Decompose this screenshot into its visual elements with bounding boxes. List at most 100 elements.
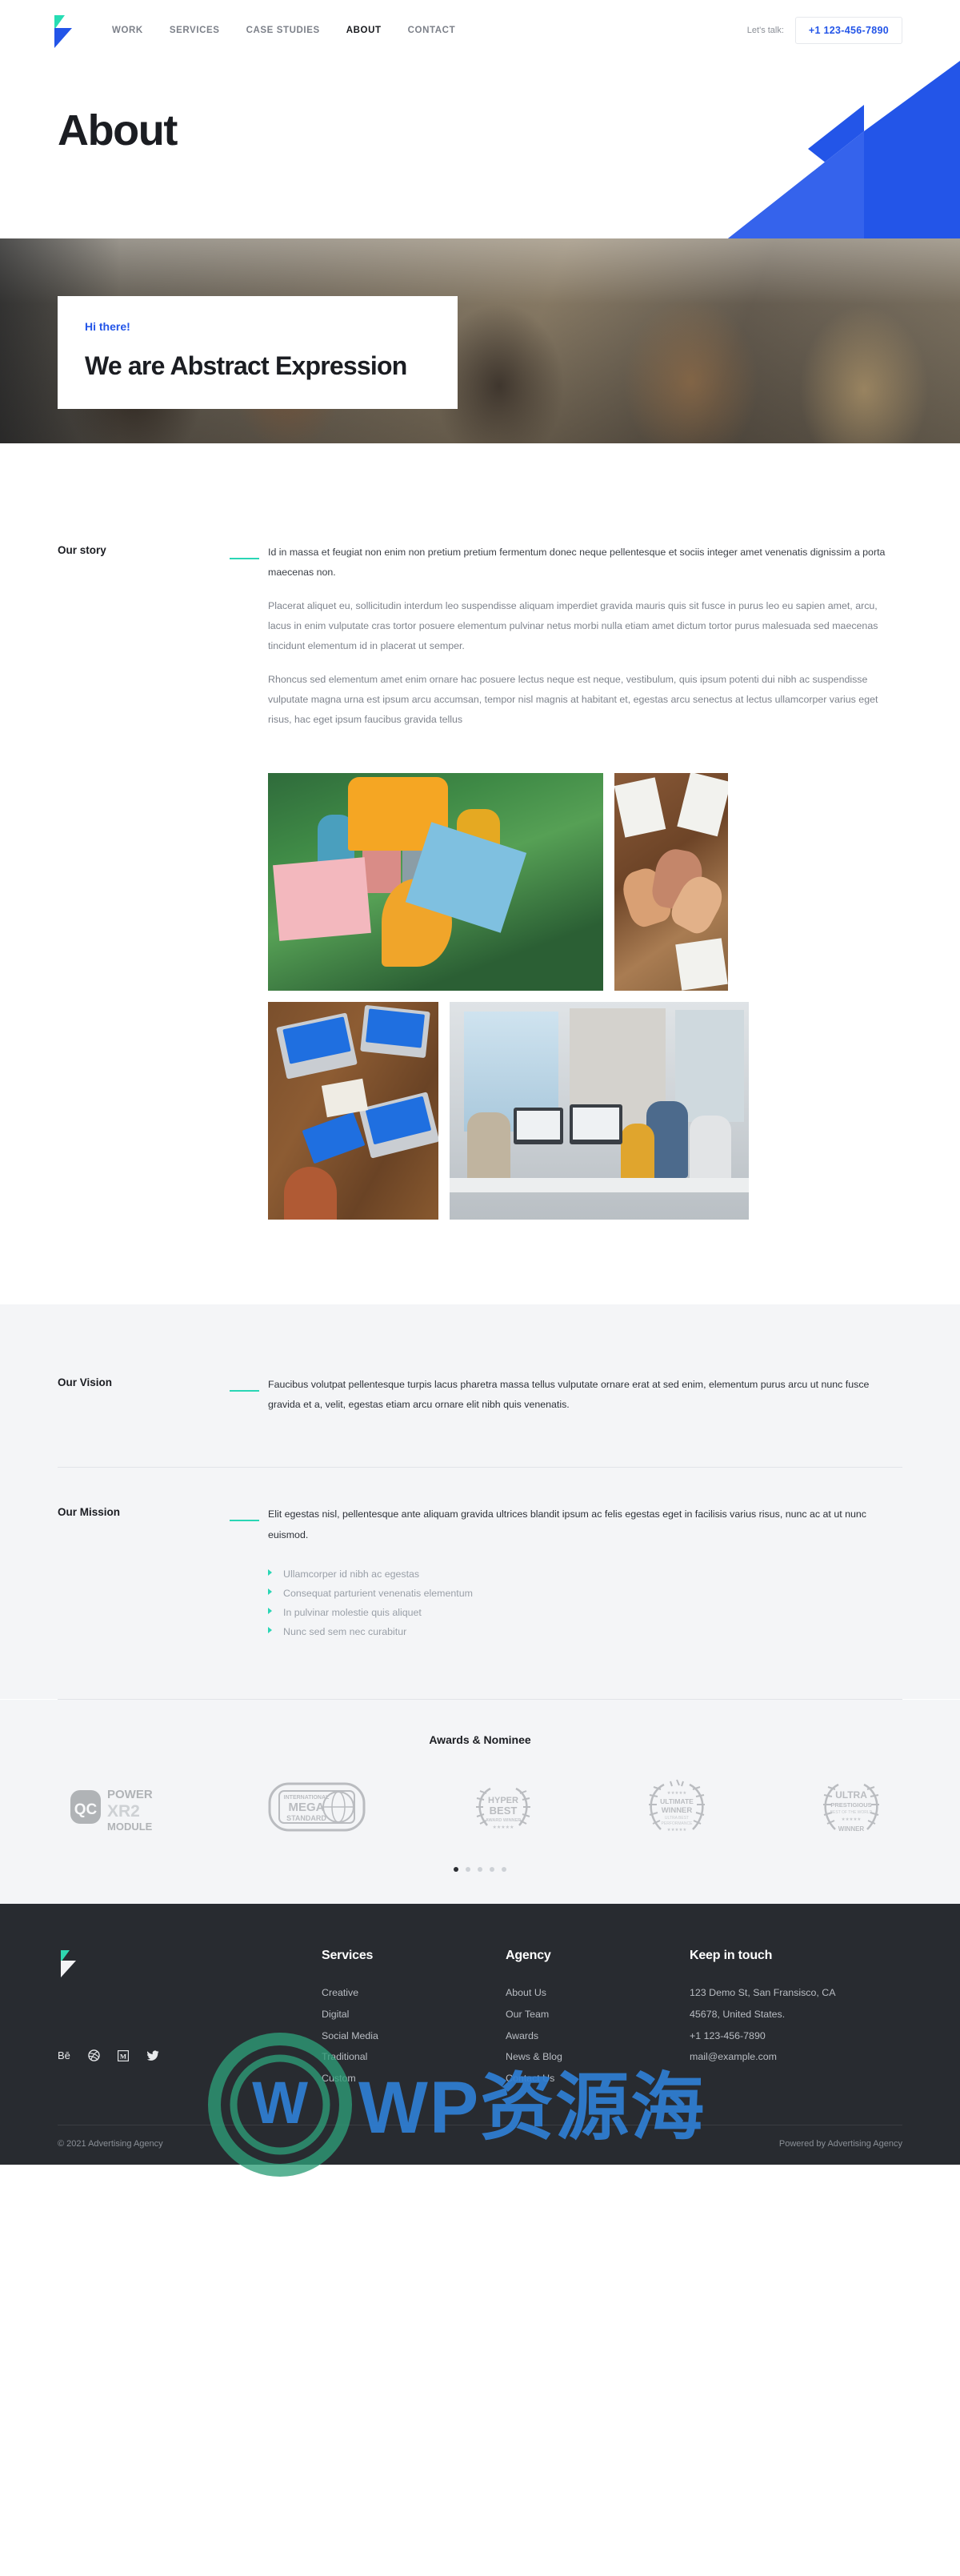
our-mission-row: Our Mission Elit egestas nisl, pellentes…: [58, 1504, 902, 1641]
footer-column-services: Services Creative Digital Social Media T…: [322, 1949, 506, 2089]
footer-address-line-2: 45678, United States.: [690, 2008, 786, 2020]
our-story-rule-col: [230, 543, 268, 743]
our-mission-list: Ullamcorper id nibh ac egestas Consequat…: [268, 1564, 902, 1642]
powered-by-text: Powered by Advertising Agency: [778, 2138, 902, 2149]
our-mission-label-col: Our Mission: [58, 1504, 230, 1641]
svg-text:★★★★★: ★★★★★: [666, 1790, 686, 1796]
header-contact-area: Let's talk: +1 123-456-7890: [747, 17, 902, 44]
phone-button[interactable]: +1 123-456-7890: [794, 17, 902, 44]
carousel-dot-2[interactable]: [466, 1867, 470, 1873]
svg-text:STANDARD: STANDARD: [286, 1814, 326, 1822]
our-vision-body: Faucibus volutpat pellentesque turpis la…: [268, 1375, 902, 1428]
hero-heading: We are Abstract Expression: [85, 351, 407, 380]
svg-text:M: M: [120, 2052, 126, 2060]
list-item: Ullamcorper id nibh ac egestas: [268, 1564, 902, 1584]
blue-arrow-graphic: [624, 61, 960, 238]
our-vision-label-col: Our Vision: [58, 1375, 230, 1428]
our-mission-label: Our Mission: [58, 1506, 121, 1519]
list-item-label: In pulvinar molestie quis aliquet: [283, 1606, 422, 1618]
footer-link-news-blog[interactable]: News & Blog: [506, 2046, 690, 2068]
arrow-bullet-icon: [268, 1607, 272, 1614]
our-vision-text: Faucibus volutpat pellentesque turpis la…: [268, 1379, 870, 1411]
carousel-dot-1[interactable]: [454, 1867, 458, 1873]
international-mega-standard-badge[interactable]: INTERNATIONAL MEGA STANDARD: [265, 1781, 369, 1837]
our-vision-accent-rule: [230, 1390, 259, 1392]
nav-item-contact[interactable]: CONTACT: [408, 26, 456, 35]
medium-icon[interactable]: M: [117, 2049, 129, 2061]
carousel-dot-5[interactable]: [502, 1867, 506, 1873]
our-vision-rule-col: [230, 1375, 268, 1428]
svg-text:AWARD WINNER: AWARD WINNER: [486, 1818, 521, 1823]
footer-column-contact: Keep in touch 123 Demo St, San Fransisco…: [690, 1949, 906, 2089]
svg-text:ULTRA BEST: ULTRA BEST: [664, 1816, 688, 1821]
footer-phone-link[interactable]: +1 123-456-7890: [690, 2025, 906, 2047]
svg-text:★★★★★: ★★★★★: [493, 1825, 514, 1830]
ultimate-winner-badge[interactable]: ★★★★★ ULTIMATE WINNER ULTRA BEST PERFORM…: [638, 1778, 715, 1840]
hands-together-teamwork-photo: [614, 773, 728, 992]
svg-text:QC: QC: [74, 1801, 98, 1818]
nav-item-about[interactable]: ABOUT: [346, 26, 382, 35]
svg-text:BEST: BEST: [490, 1805, 518, 1817]
svg-text:MEGA: MEGA: [288, 1801, 324, 1814]
hyper-best-award-winner-badge[interactable]: HYPER BEST AWARD WINNER ★★★★★: [466, 1781, 540, 1837]
footer-link-our-team[interactable]: Our Team: [506, 2004, 690, 2025]
footer-link-contact-us[interactable]: Contact Us: [506, 2068, 690, 2089]
svg-text:★★★★★: ★★★★★: [666, 1827, 686, 1833]
dribbble-icon[interactable]: [88, 2049, 100, 2062]
footer-link-social-media[interactable]: Social Media: [322, 2025, 506, 2047]
list-item: Nunc sed sem nec curabitur: [268, 1622, 902, 1641]
carousel-dots: [58, 1867, 902, 1873]
page-title: About: [58, 106, 178, 154]
nav-item-case-studies[interactable]: CASE STUDIES: [246, 26, 320, 35]
nav-item-work[interactable]: WORK: [112, 26, 143, 35]
desk-with-laptops-tablets-photo: [268, 1002, 438, 1220]
gallery-row-top: [268, 773, 902, 992]
page-title-band: About: [0, 61, 960, 238]
behance-icon[interactable]: Bē: [58, 2049, 70, 2061]
office-meeting-photo: [450, 1002, 749, 1220]
footer-column-contact-title: Keep in touch: [690, 1949, 773, 1963]
list-item: Consequat parturient venenatis elementum: [268, 1584, 902, 1603]
footer-bottom-bar: © 2021 Advertising Agency Powered by Adv…: [58, 2124, 902, 2165]
footer-column-services-title: Services: [322, 1949, 374, 1963]
footer-logo[interactable]: [58, 1949, 90, 1979]
our-story-section: Our story Id in massa et feugiat non eni…: [0, 443, 960, 1304]
carousel-dot-3[interactable]: [478, 1867, 482, 1873]
carousel-dot-4[interactable]: [490, 1867, 494, 1873]
footer-link-traditional[interactable]: Traditional: [322, 2046, 506, 2068]
awards-carousel: QC POWER XR2 MODULE INTERNATIONAL MEGA S…: [58, 1778, 902, 1840]
our-mission-text: Elit egestas nisl, pellentesque ante ali…: [268, 1508, 866, 1540]
footer-email-link[interactable]: mail@example.com: [690, 2046, 906, 2068]
story-gallery: [58, 773, 902, 1304]
twitter-icon[interactable]: [146, 2050, 159, 2061]
awards-section: Awards & Nominee QC POWER XR2 MODULE INT…: [0, 1700, 960, 1905]
team-with-colored-signs-photo: [268, 773, 603, 992]
footer-brand: Bē M: [58, 1949, 322, 2089]
footer-column-agency: Agency About Us Our Team Awards News & B…: [506, 1949, 690, 2089]
footer-link-awards[interactable]: Awards: [506, 2025, 690, 2047]
logo-blue-triangle: [54, 28, 72, 48]
footer-link-creative[interactable]: Creative: [322, 1982, 506, 2004]
svg-text:INTERNATIONAL: INTERNATIONAL: [283, 1795, 329, 1801]
list-item-label: Consequat parturient venenatis elementum: [283, 1587, 473, 1599]
abstract-logo[interactable]: [48, 13, 85, 48]
our-story-paragraph-2: Placerat aliquet eu, sollicitudin interd…: [268, 600, 878, 652]
footer-link-about-us[interactable]: About Us: [506, 1982, 690, 2004]
vision-mission-band: Our Vision Faucibus volutpat pellentesqu…: [0, 1304, 960, 1700]
nav-item-services[interactable]: SERVICES: [170, 26, 220, 35]
footer-link-custom[interactable]: Custom: [322, 2068, 506, 2089]
ultra-prestigious-winner-badge[interactable]: ULTRA PRESTIGIOUS BEST OF THE WORLD ★★★★…: [813, 1778, 890, 1840]
our-story-label-col: Our story: [58, 543, 230, 743]
footer-link-digital[interactable]: Digital: [322, 2004, 506, 2025]
svg-text:BEST OF THE WORLD: BEST OF THE WORLD: [830, 1810, 873, 1815]
our-vision-label: Our Vision: [58, 1376, 113, 1389]
svg-text:WINNER: WINNER: [661, 1806, 692, 1815]
hero-section: Hi there! We are Abstract Expression: [0, 238, 960, 443]
our-story-paragraph-1: Id in massa et feugiat non enim non pret…: [268, 547, 886, 579]
site-footer: W WP资源海 Bē M Services Creative Digital S…: [0, 1904, 960, 2177]
site-header: WORK SERVICES CASE STUDIES ABOUT CONTACT…: [0, 0, 960, 61]
footer-logo-white-triangle: [61, 1961, 76, 1978]
main-navigation: WORK SERVICES CASE STUDIES ABOUT CONTACT: [112, 26, 455, 35]
svg-text:ULTRA: ULTRA: [835, 1789, 867, 1801]
qc-power-xr2-module-badge[interactable]: QC POWER XR2 MODULE: [70, 1781, 166, 1837]
